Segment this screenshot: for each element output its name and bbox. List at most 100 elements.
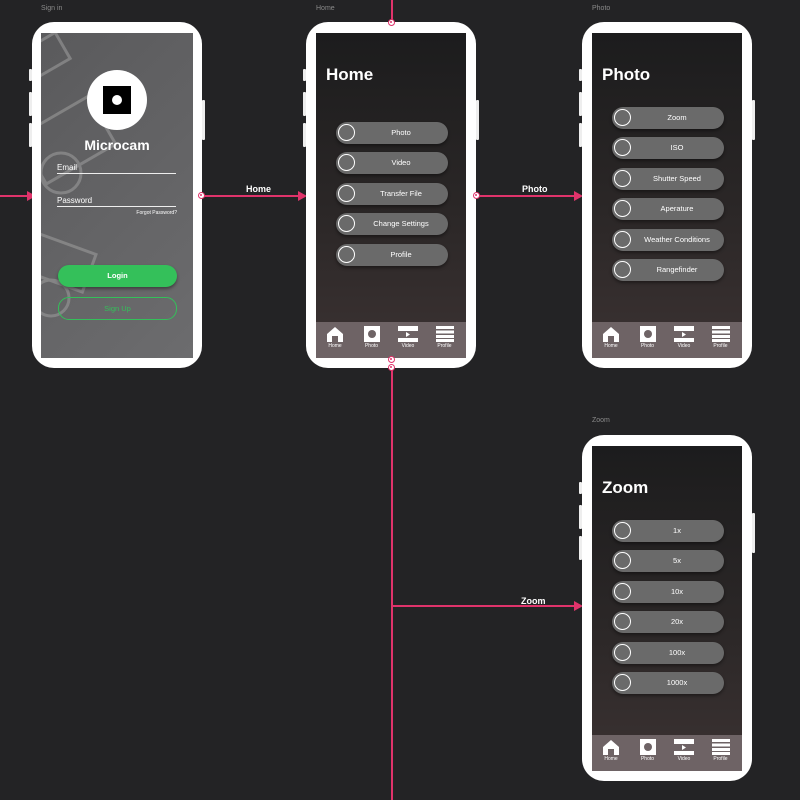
phone-side-button — [579, 536, 582, 560]
tab-bar: Home Photo Video Profile — [316, 322, 466, 358]
menu-button[interactable]: Profile — [336, 243, 448, 266]
menu-button[interactable]: Aperature — [612, 198, 724, 221]
radio-circle-icon — [614, 552, 631, 570]
menu-button-label: Change Settings — [373, 219, 429, 229]
menu-button-label: 5x — [673, 556, 681, 566]
menu-button-label: Video — [391, 158, 411, 168]
video-icon — [391, 326, 425, 342]
tab-home[interactable]: Home — [318, 326, 352, 349]
flow-wire-photo[interactable] — [479, 195, 575, 197]
tab-label: Home — [604, 343, 618, 349]
tab-label: Video — [677, 343, 691, 349]
phone-side-button — [29, 69, 32, 81]
login-button[interactable]: Login — [58, 265, 177, 287]
flow-label-photo: Photo — [522, 184, 548, 194]
phone-side-button — [29, 92, 32, 116]
phone-side-button — [303, 123, 306, 147]
password-field[interactable]: Password — [57, 196, 176, 207]
home-icon — [594, 739, 628, 755]
tab-home[interactable]: Home — [594, 739, 628, 762]
tab-video[interactable]: Video — [391, 326, 425, 349]
connector-handle[interactable] — [198, 192, 205, 199]
tab-video[interactable]: Video — [667, 326, 701, 349]
menu-button[interactable]: Shutter Speed — [612, 167, 724, 190]
connector-handle[interactable] — [473, 192, 480, 199]
radio-circle-icon — [338, 124, 355, 141]
tab-label: Photo — [640, 756, 655, 762]
menu-button-label: Transfer File — [380, 188, 422, 198]
signup-button[interactable]: Sign Up — [58, 297, 177, 320]
tab-profile[interactable]: Profile — [428, 326, 462, 349]
phone-side-button — [752, 100, 755, 140]
tab-photo[interactable]: Photo — [631, 326, 665, 349]
phone-side-button — [752, 513, 755, 553]
menu-button[interactable]: Photo — [336, 122, 448, 144]
radio-circle-icon — [614, 643, 631, 661]
connector-handle[interactable] — [388, 364, 395, 371]
menu-button[interactable]: Change Settings — [336, 213, 448, 236]
home-icon — [594, 326, 628, 342]
tab-bar: Home Photo Video Profile — [592, 735, 742, 771]
radio-circle-icon — [614, 613, 631, 631]
artboard-label-photo: Photo — [592, 5, 611, 12]
menu-button-label: 100x — [668, 647, 686, 657]
camera-icon — [355, 326, 389, 342]
menu-button[interactable]: 10x — [612, 580, 724, 603]
menu-button[interactable]: 1x — [612, 520, 724, 542]
tab-label: Home — [328, 343, 342, 349]
app-logo — [87, 70, 147, 130]
tab-home[interactable]: Home — [594, 326, 628, 349]
phone-side-button — [202, 100, 205, 140]
screen-title: Photo — [602, 65, 651, 84]
menu-button-label: Shutter Speed — [653, 173, 701, 183]
home-screen: Home Photo Video Transfer File Change Settin… — [316, 33, 466, 358]
connector-handle[interactable] — [388, 356, 395, 363]
camera-icon — [631, 739, 665, 755]
tab-profile[interactable]: Profile — [704, 739, 738, 762]
video-icon — [667, 326, 701, 342]
video-icon — [667, 739, 701, 755]
photo-screen: Photo Zoom ISO Shutter Speed Aperature Weathe… — [592, 33, 742, 358]
tab-profile[interactable]: Profile — [704, 326, 738, 349]
phone-side-button — [579, 505, 582, 529]
camera-icon — [631, 326, 665, 342]
menu-button-label: Aperature — [660, 204, 694, 214]
radio-circle-icon — [614, 582, 631, 600]
tab-label: Photo — [364, 343, 379, 349]
flow-label-zoom: Zoom — [521, 596, 546, 606]
radio-circle-icon — [614, 522, 631, 539]
flow-wire-top — [391, 0, 393, 20]
phone-home: Home Photo Video Transfer File Change Settin… — [303, 22, 479, 368]
menu-icon — [428, 326, 462, 342]
menu-button-label: ISO — [670, 143, 684, 153]
menu-button-label: Photo — [391, 128, 411, 137]
flow-wire-home[interactable] — [204, 195, 300, 197]
tab-video[interactable]: Video — [667, 739, 701, 762]
menu-button[interactable]: 20x — [612, 611, 724, 634]
phone-side-button — [579, 123, 582, 147]
tab-label: Profile — [713, 756, 728, 762]
menu-button[interactable]: Zoom — [612, 107, 724, 129]
menu-button[interactable]: 100x — [612, 641, 724, 664]
radio-circle-icon — [614, 200, 631, 218]
phone-zoom: Zoom 1x 5x 10x 20x 100x 1000x Home Photo Video Pro… — [579, 435, 755, 781]
connector-handle[interactable] — [388, 19, 395, 26]
menu-button[interactable]: ISO — [612, 137, 724, 160]
menu-button[interactable]: 5x — [612, 550, 724, 573]
menu-button[interactable]: 1000x — [612, 672, 724, 694]
phone-side-button — [303, 69, 306, 81]
menu-button[interactable]: Rangefinder — [612, 259, 724, 281]
forgot-password-link[interactable]: Forgot Password? — [136, 210, 177, 216]
radio-circle-icon — [614, 674, 631, 691]
menu-button[interactable]: Video — [336, 152, 448, 175]
menu-button[interactable]: Transfer File — [336, 182, 448, 205]
tab-label: Home — [604, 756, 618, 762]
tab-photo[interactable]: Photo — [355, 326, 389, 349]
tab-photo[interactable]: Photo — [631, 739, 665, 762]
menu-button[interactable]: Weather Conditions — [612, 228, 724, 251]
flow-wire-zoom[interactable] — [391, 605, 576, 607]
email-field[interactable]: Email — [57, 163, 176, 174]
radio-circle-icon — [338, 154, 355, 172]
flow-wire-zoom-vertical[interactable] — [391, 370, 393, 800]
menu-button-label: Profile — [390, 249, 412, 259]
